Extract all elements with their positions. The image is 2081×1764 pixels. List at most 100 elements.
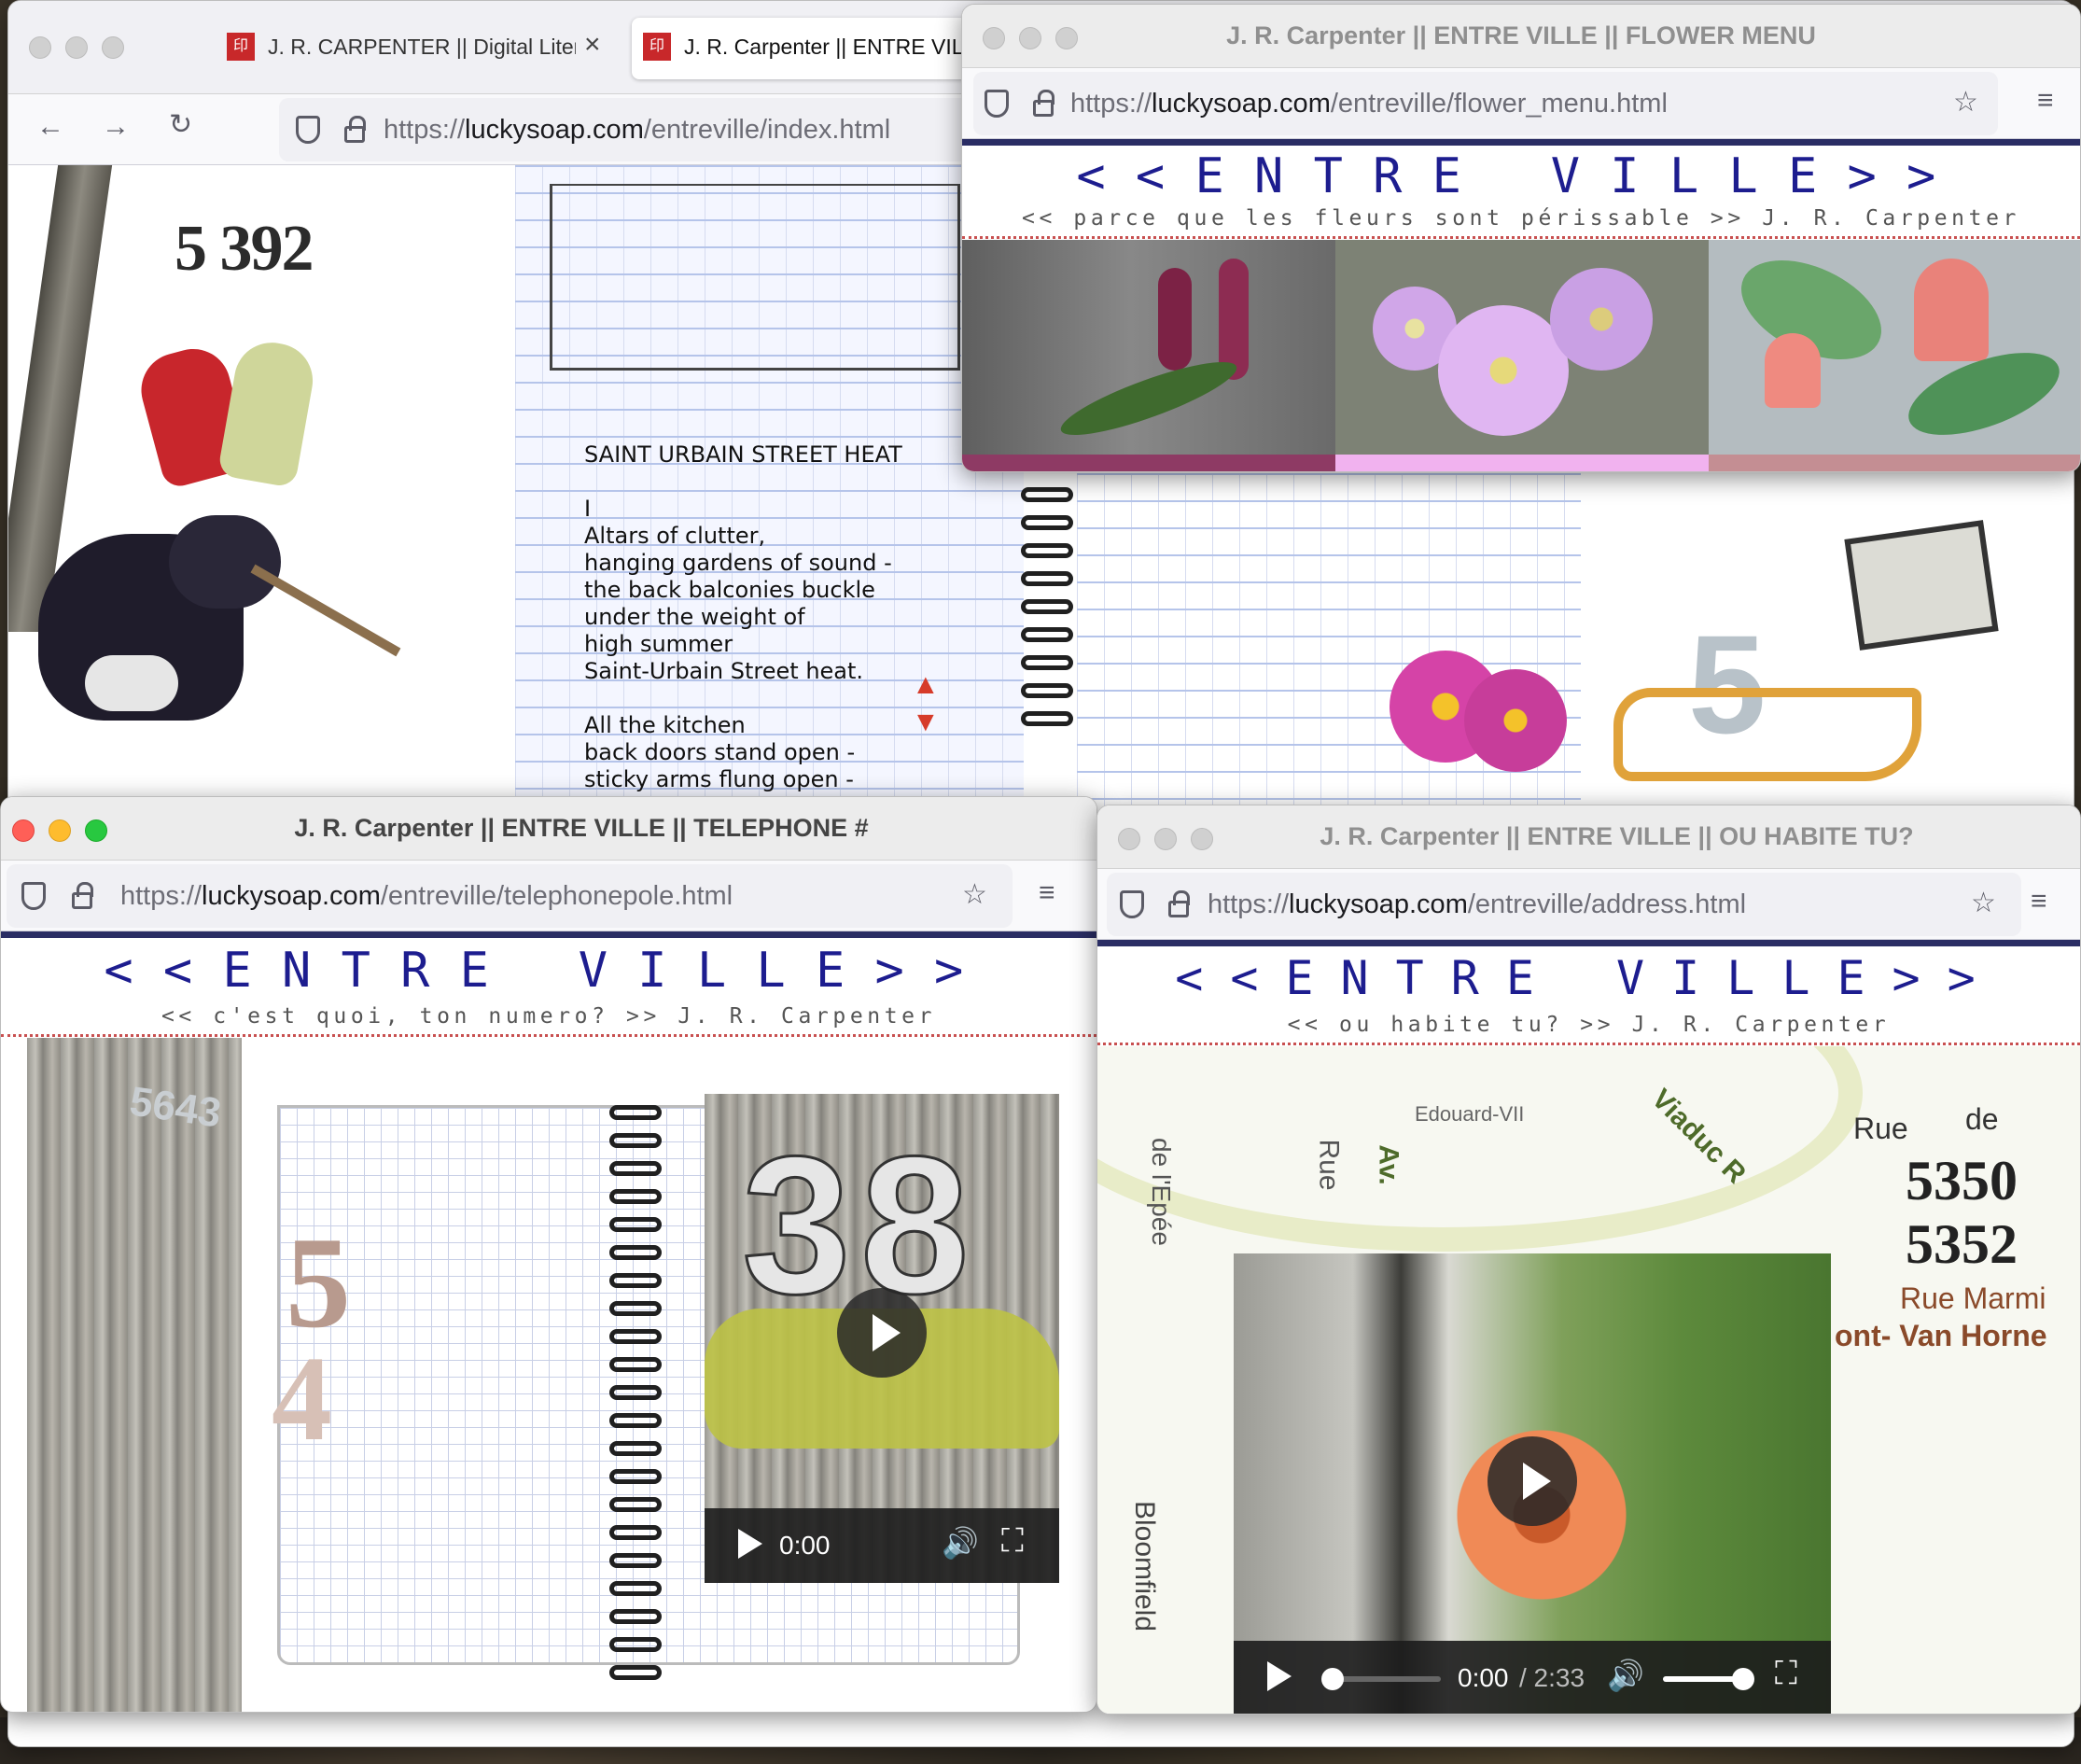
volume-slider[interactable] [1663,1668,1754,1690]
scroll-down-arrow[interactable]: ▼ [912,707,940,738]
color-bar-2[interactable] [1335,455,1709,471]
bookmark-star-icon[interactable]: ☆ [962,881,987,909]
address-bar[interactable]: https://luckysoap.com/entreville/index.h… [279,98,988,161]
address-bar[interactable]: https://luckysoap.com/entreville/address… [1107,873,2021,936]
shield-icon[interactable] [1120,890,1144,918]
dog-with-stick-image [29,497,402,777]
map-label-rue: Rue [1853,1112,1908,1145]
lock-icon[interactable] [1168,890,1190,917]
poem-title: SAINT URBAIN STREET HEAT [584,441,902,468]
pole-number: 5643 [127,1078,224,1137]
url-text: https://luckysoap.com/entreville/telepho… [120,881,733,911]
shield-icon[interactable] [21,882,46,910]
navigation-toolbar: https://luckysoap.com/entreville/flower_… [962,68,2080,139]
volume-icon[interactable]: 🔊 [942,1525,979,1561]
tab-digital-literature[interactable]: 印 J. R. CARPENTER || Digital Litera × [216,18,617,77]
menu-icon[interactable]: ≡ [2037,87,2054,115]
color-bar-1[interactable] [962,455,1335,471]
back-icon[interactable]: ← [36,113,64,141]
map-label-rue-marmier: Rue Marmi [1900,1281,2046,1315]
url-text: https://luckysoap.com/entreville/address… [1208,889,1747,919]
video-player-telephone[interactable]: 38 0:00 🔊 ⛶ [705,1094,1059,1583]
map-label-bloomfield: Bloomfield [1129,1500,1161,1632]
volume-thumb[interactable] [1732,1668,1754,1690]
map-label-avenue: Av. [1373,1144,1404,1185]
address-window: J. R. Carpenter || ENTRE VILLE || OU HAB… [1096,805,2081,1715]
navigation-toolbar: https://luckysoap.com/entreville/address… [1097,869,2080,940]
digit-four-image: 4 [272,1332,332,1466]
map-label-5350: 5350 [1906,1150,2018,1211]
tab-label: J. R. CARPENTER || Digital Litera [268,35,576,59]
bookmark-star-icon[interactable]: ☆ [1953,89,1978,117]
address-bar[interactable]: https://luckysoap.com/entreville/flower_… [973,72,1998,135]
address-bar[interactable]: https://luckysoap.com/entreville/telepho… [7,864,1013,928]
close-tab-icon[interactable]: × [584,29,601,61]
sign-image [1844,520,1999,651]
video-player-address[interactable]: 0:00 / 2:33 🔊 ⛶ [1234,1253,1831,1714]
shield-icon[interactable] [985,90,1009,118]
site-subtitle: << c'est quoi, ton numero? >> J. R. Carp… [161,1004,937,1029]
navigation-toolbar: https://luckysoap.com/entreville/telepho… [1,861,1096,931]
gloves-image [133,336,326,492]
reload-icon[interactable]: ↻ [169,111,192,139]
site-subtitle: << parce que les fleurs sont périssable … [1022,206,2020,231]
menu-icon[interactable]: ≡ [1039,879,1055,907]
site-header: <<ENTRE VILLE>> << ou habite tu? >> J. R… [1097,940,2080,1046]
flower-thumb-tulip-painting[interactable] [1709,240,2080,455]
window-titlebar: J. R. Carpenter || ENTRE VILLE || TELEPH… [1,797,1096,861]
fullscreen-icon[interactable]: ⛶ [1001,1523,1024,1560]
flower-thumb-smartweed[interactable] [962,240,1335,455]
window-titlebar: J. R. Carpenter || ENTRE VILLE || OU HAB… [1097,805,2080,869]
map-label-edouard: Edouard-VII [1415,1102,1525,1126]
poem-text: SAINT URBAIN STREET HEAT I Altars of clu… [584,441,902,792]
map-label-epee: de l'Epée [1146,1138,1176,1246]
volume-icon[interactable]: 🔊 [1607,1658,1644,1693]
scroll-up-arrow[interactable]: ▲ [912,669,940,701]
telephone-window: J. R. Carpenter || ENTRE VILLE || TELEPH… [0,796,1097,1713]
site-logo[interactable]: <<ENTRE VILLE>> [1097,951,2080,1005]
notebook-spiral [609,1105,662,1680]
zoom-button[interactable] [102,36,124,59]
seek-thumb[interactable] [1321,1668,1344,1690]
map-label-rue-2: Rue [1313,1139,1345,1191]
flower-thumb-cosmos[interactable] [1335,240,1709,455]
play-icon[interactable] [1267,1661,1292,1691]
seek-bar[interactable] [1321,1668,1441,1690]
site-subtitle: << ou habite tu? >> J. R. Carpenter [1287,1013,1891,1037]
window-controls [29,36,124,59]
window-title: J. R. Carpenter || ENTRE VILLE || OU HAB… [1320,822,1914,850]
site-logo[interactable]: <<ENTRE VILLE>> [962,148,2080,204]
map-road-band [1097,1046,1863,1252]
telephone-pole-image: 5643 [27,1038,242,1712]
tab-label: J. R. Carpenter || ENTRE VILL [684,35,976,59]
lock-icon[interactable] [1033,90,1054,117]
play-overlay-button[interactable] [837,1288,927,1378]
fullscreen-icon[interactable]: ⛶ [1775,1656,1797,1692]
close-button[interactable] [29,36,51,59]
lock-icon[interactable] [344,116,366,143]
site-header: <<ENTRE VILLE>> << parce que les fleurs … [962,139,2080,244]
forward-icon[interactable]: → [102,113,130,141]
map-label-5352: 5352 [1906,1213,2018,1275]
notebook-spiral [1021,487,1073,726]
play-icon[interactable] [738,1529,762,1559]
url-text: https://luckysoap.com/entreville/index.h… [384,115,891,145]
minimize-button[interactable] [65,36,88,59]
site-logo[interactable]: <<ENTRE VILLE>> [1,943,1096,999]
menu-icon[interactable]: ≡ [2031,888,2047,916]
red-stamp-icon: 印 [643,33,671,61]
play-overlay-button[interactable] [1487,1436,1577,1526]
current-time: 0:00 [1458,1663,1509,1692]
video-controls: 0:00 🔊 ⛶ [705,1508,1059,1583]
bookmark-star-icon[interactable]: ☆ [1971,889,1996,917]
site-header: <<ENTRE VILLE>> << c'est quoi, ton numer… [1,931,1096,1038]
color-bar-3[interactable] [1709,455,2080,471]
shield-icon[interactable] [296,116,320,144]
lock-icon[interactable] [72,882,93,909]
window-titlebar: J. R. Carpenter || ENTRE VILLE || FLOWER… [962,5,2080,68]
red-stamp-icon: 印 [227,33,255,61]
flower-menu-window: J. R. Carpenter || ENTRE VILLE || FLOWER… [961,4,2081,472]
building-sketch [550,184,960,371]
map-label-de: de [1965,1102,1999,1136]
address-number-image: 5 392 [175,213,314,285]
